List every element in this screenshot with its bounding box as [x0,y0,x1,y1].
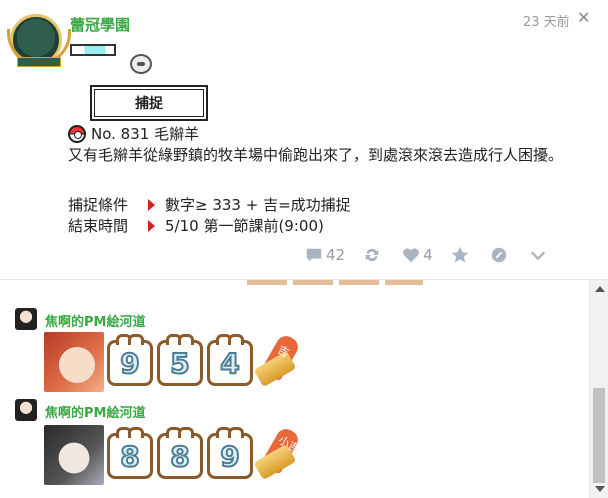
dice-digit: 8 [157,427,203,479]
fortune-lot-icon: 小吉 [253,425,304,481]
badge-image [70,44,116,56]
star-icon [451,246,468,263]
dice-digit: 9 [107,334,153,386]
scroll-thumb[interactable] [593,388,605,483]
close-icon[interactable]: ✕ [577,8,590,27]
scrollbar[interactable] [589,280,608,498]
end-time-row: 結束時間 5/10 第一節課前(9:00) [68,215,324,236]
dice-digit: 9 [207,427,253,479]
ribbon-decoration [17,57,61,67]
pokedex-line: No. 831 毛辮羊 [68,123,199,144]
comment-portrait [44,425,104,485]
chevron-down-icon [530,251,545,261]
school-avatar[interactable] [7,14,71,67]
comment-username[interactable]: 焦啊的PM絵河道 [45,311,145,330]
post-card: 蕾冠學園 23 天前 ✕ 捕捉 No. 831 毛辮羊 又有毛辮羊從綠野鎮的牧羊… [0,0,608,283]
condition-label: 捕捉條件 [68,196,129,214]
condition-row: 捕捉條件 數字≥ 333 + 吉=成功捕捉 [68,194,351,215]
refresh-share-icon [365,248,379,262]
triangle-bullet-icon [148,219,155,232]
more-button[interactable] [529,246,550,264]
heart-icon [403,248,419,263]
condition-value: 數字≥ 333 + 吉=成功捕捉 [165,196,351,214]
comment-avatar[interactable] [15,308,37,330]
triangle-bullet-icon [148,198,155,211]
post-username[interactable]: 蕾冠學園 [70,14,130,35]
comment-avatar[interactable] [15,399,37,421]
catch-button[interactable]: 捕捉 [90,85,208,121]
end-time-value: 5/10 第一節課前(9:00) [165,217,324,235]
like-count: 4 [423,246,433,264]
pokemon-sprite-icon [130,54,152,74]
pokeball-icon [68,124,86,143]
post-description: 又有毛辮羊從綠野鎮的牧羊場中偷跑出來了，到處滾來滾去造成行人困擾。 [68,146,564,164]
end-time-label: 結束時間 [68,217,129,235]
scroll-up-icon[interactable] [595,286,605,292]
dice-digit: 5 [157,334,203,386]
comment-portrait [44,332,104,392]
share-button[interactable] [363,246,384,264]
post-time: 23 天前 [523,15,570,30]
post-actions: 42 4 [305,246,568,264]
fortune-lot-icon: 吉 [253,332,304,388]
link-button[interactable] [490,246,511,264]
comment-count: 42 [326,246,346,264]
favorite-button[interactable] [451,246,472,264]
dice-digit: 8 [107,427,153,479]
pokedex-entry: No. 831 毛辮羊 [91,125,200,143]
scroll-down-icon[interactable] [595,486,605,492]
like-button[interactable]: 4 [402,246,433,264]
comment-username[interactable]: 焦啊的PM絵河道 [45,402,145,421]
comment-icon [306,248,322,262]
comment-button[interactable]: 42 [305,246,345,264]
dice-digit: 4 [207,334,253,386]
link-icon [491,247,506,263]
comment-list: 焦啊的PM絵河道 9 5 4 吉 焦啊的PM絵河道 8 8 9 小吉 [0,285,589,498]
